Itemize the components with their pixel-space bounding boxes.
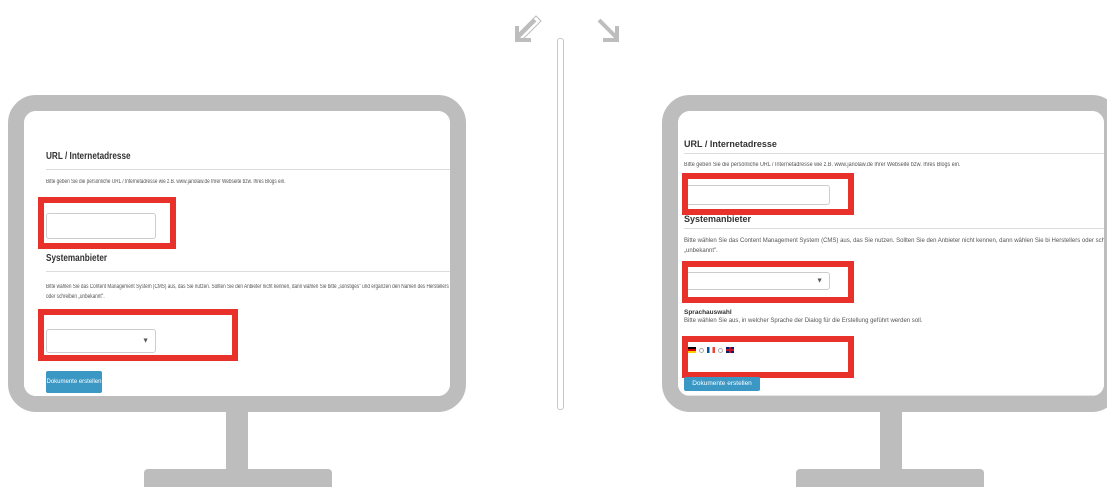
url-description: Bitte geben Sie die persönliche URL / In… [684,162,961,168]
create-documents-button[interactable]: Dokumente erstellen [46,371,102,393]
url-description: Bitte geben Sie die persönliche URL / In… [46,179,286,185]
monitor-right: URL / Internetadresse Bitte geben Sie di… [662,95,1107,487]
arrow-shrink-icon [505,12,545,52]
language-heading: Sprachauswahl [684,309,732,316]
arrow-expand-icon [589,12,629,52]
language-description: Bitte wählen Sie aus, in welcher Sprache… [684,318,923,324]
cms-description: Bitte wählen Sie das Content Management … [684,238,1104,254]
monitor-neck [226,412,248,469]
monitor-base [144,469,332,487]
monitor-base [796,469,984,487]
screen-right: URL / Internetadresse Bitte geben Sie di… [678,111,1104,396]
screen-left: URL / Internetadresse Bitte geben Sie di… [24,111,450,396]
cms-heading: Systemanbieter [46,253,108,264]
highlight-language-options [682,336,854,378]
highlight-url-input [682,173,854,215]
create-documents-button[interactable]: Dokumente erstellen [684,377,760,391]
cms-description: Bitte wählen Sie das Content Management … [46,284,449,300]
url-heading: URL / Internetadresse [46,151,131,162]
bottom-bar [684,395,1104,396]
monitor-neck [880,412,902,469]
highlight-cms-select [682,261,854,303]
highlight-url-input [38,197,176,249]
url-heading: URL / Internetadresse [684,139,777,149]
cms-heading: Systemanbieter [684,214,752,224]
divider-line [557,38,564,410]
highlight-cms-select [38,309,238,361]
monitor-left: URL / Internetadresse Bitte geben Sie di… [8,95,466,487]
